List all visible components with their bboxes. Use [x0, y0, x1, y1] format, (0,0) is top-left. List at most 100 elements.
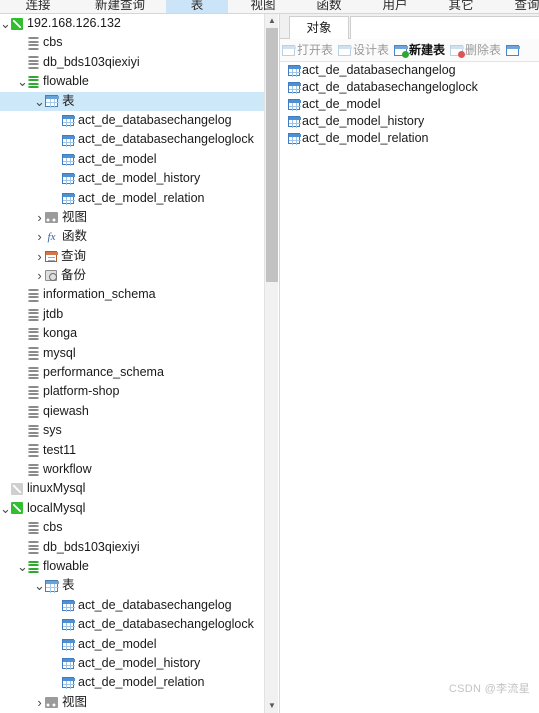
object-toolbar[interactable]: 打开表 设计表 新建表 删除表 — [280, 39, 539, 62]
tree-node[interactable]: workflow — [0, 460, 264, 479]
object-list-item[interactable]: act_de_model_history — [280, 113, 539, 130]
table-action-icon — [450, 45, 466, 59]
menu-item-0[interactable]: 连接 — [6, 0, 70, 13]
object-list-item[interactable]: act_de_model_relation — [280, 130, 539, 147]
tree-node-label: db_bds103qiexiyi — [43, 54, 140, 69]
tree-node-label: performance_schema — [43, 365, 164, 380]
tab-object[interactable]: 对象 — [289, 16, 349, 39]
tree-node[interactable]: mysql — [0, 344, 264, 363]
toolbar-button-4[interactable] — [504, 39, 524, 61]
table-icon — [62, 658, 75, 671]
scroll-up-arrow-icon[interactable]: ▲ — [265, 14, 279, 28]
tree-scrollbar-thumb[interactable] — [266, 28, 278, 282]
chevron-down-icon[interactable]: ⌄ — [34, 576, 45, 595]
tree-twisty-spacer — [51, 615, 62, 634]
table-icon — [62, 192, 75, 205]
tree-node[interactable]: ⌄ 表 — [0, 576, 264, 595]
tree-twisty-spacer — [51, 635, 62, 654]
tree-node[interactable]: act_de_model — [0, 635, 264, 654]
tree-node[interactable]: sys — [0, 421, 264, 440]
chevron-right-icon[interactable]: › — [34, 227, 45, 246]
toolbar-button-0: 打开表 — [280, 39, 336, 61]
toolbar-button-label: 打开表 — [297, 43, 334, 57]
tree-node[interactable]: › 视图 — [0, 693, 264, 712]
object-list-item[interactable]: act_de_model — [280, 96, 539, 113]
tree-node[interactable]: performance_schema — [0, 363, 264, 382]
tree-node-label: act_de_model_relation — [78, 190, 205, 205]
tree-twisty-spacer — [51, 150, 62, 169]
toolbar-button-2[interactable]: 新建表 — [392, 39, 448, 61]
tree-node[interactable]: act_de_model — [0, 150, 264, 169]
menu-item-5[interactable]: 用户 — [364, 0, 426, 13]
tree-twisty-spacer — [51, 596, 62, 615]
object-list-item[interactable]: act_de_databasechangeloglock — [280, 79, 539, 96]
chevron-right-icon[interactable]: › — [34, 208, 45, 227]
tree-node[interactable]: act_de_model_history — [0, 169, 264, 188]
tree-node[interactable]: act_de_model_history — [0, 654, 264, 673]
tree-node-label: 192.168.126.132 — [27, 16, 121, 30]
tree-node[interactable]: cbs — [0, 33, 264, 52]
chevron-down-icon[interactable]: ⌄ — [34, 92, 45, 111]
tree-node[interactable]: › 查询 — [0, 247, 264, 266]
chevron-down-icon[interactable]: ⌄ — [0, 499, 11, 518]
tree-scrollbar[interactable]: ▲ ▼ — [264, 14, 278, 713]
table-action-icon — [338, 45, 353, 57]
database-icon — [28, 37, 39, 50]
tree-node[interactable]: db_bds103qiexiyi — [0, 53, 264, 72]
chevron-down-icon[interactable]: ⌄ — [17, 557, 28, 576]
tree-twisty-spacer — [17, 33, 28, 52]
tree-node[interactable]: ⌄ 表 — [0, 91, 264, 111]
tree-node[interactable]: ⌄ localMysql — [0, 499, 264, 518]
tree-node[interactable]: act_de_model_relation — [0, 673, 264, 692]
table-icon — [62, 134, 75, 147]
tree-node[interactable]: information_schema — [0, 285, 264, 304]
tree-twisty-spacer — [17, 402, 28, 421]
object-list-item-label: act_de_databasechangelog — [302, 63, 456, 77]
tree-node[interactable]: jtdb — [0, 305, 264, 324]
scroll-down-arrow-icon[interactable]: ▼ — [265, 699, 279, 713]
tree-node[interactable]: cbs — [0, 518, 264, 537]
tree-node-label: test11 — [43, 442, 77, 457]
chevron-right-icon[interactable]: › — [34, 247, 45, 266]
object-list[interactable]: act_de_databasechangelog act_de_databasec… — [280, 62, 539, 713]
tree-node[interactable]: konga — [0, 324, 264, 343]
query-icon — [45, 250, 58, 262]
tree-node[interactable]: act_de_databasechangelog — [0, 111, 264, 130]
tree-node[interactable]: act_de_databasechangeloglock — [0, 130, 264, 149]
tree-twisty-spacer — [17, 285, 28, 304]
chevron-right-icon[interactable]: › — [34, 266, 45, 285]
tree-node[interactable]: ⌄ flowable — [0, 557, 264, 576]
menu-item-4[interactable]: 函数 — [298, 0, 360, 13]
tree-node[interactable]: linuxMysql — [0, 479, 264, 498]
tree-node-label: qiewash — [43, 403, 89, 418]
menu-item-1[interactable]: 新建查询 — [78, 0, 162, 13]
tree-twisty-spacer — [17, 305, 28, 324]
tree-node[interactable]: ⌄ flowable — [0, 72, 264, 91]
tree-node[interactable]: platform-shop — [0, 382, 264, 401]
menu-item-8[interactable]: 备 — [530, 0, 539, 13]
top-menu-bar: 连接新建查询表视图函数用户其它查询备 — [0, 0, 539, 14]
object-list-item-label: act_de_model — [302, 97, 381, 111]
table-icon — [62, 638, 75, 651]
menu-item-2[interactable]: 表 — [166, 0, 228, 13]
chevron-right-icon[interactable]: › — [34, 693, 45, 712]
tree-node[interactable]: test11 — [0, 441, 264, 460]
toolbar-button-1: 设计表 — [336, 39, 392, 61]
menu-item-3[interactable]: 视图 — [232, 0, 294, 13]
tree-node[interactable]: qiewash — [0, 402, 264, 421]
object-list-item[interactable]: act_de_databasechangelog — [280, 62, 539, 79]
chevron-down-icon[interactable]: ⌄ — [17, 72, 28, 91]
tree-node[interactable]: › 备份 — [0, 266, 264, 285]
table-action-icon — [394, 45, 410, 59]
database-tree-pane[interactable]: ⌄ 192.168.126.132 cbs db_bds103qiexiyi ⌄ fl… — [0, 14, 264, 713]
table-icon — [62, 115, 75, 128]
tree-node[interactable]: act_de_databasechangelog — [0, 596, 264, 615]
tree-node[interactable]: db_bds103qiexiyi — [0, 538, 264, 557]
chevron-down-icon[interactable]: ⌄ — [0, 14, 11, 33]
tree-node[interactable]: › 视图 — [0, 208, 264, 227]
tree-node[interactable]: ⌄ 192.168.126.132 — [0, 14, 264, 33]
menu-item-6[interactable]: 其它 — [430, 0, 492, 13]
tree-node[interactable]: ›fx 函数 — [0, 227, 264, 246]
tree-node[interactable]: act_de_databasechangeloglock — [0, 615, 264, 634]
tree-node[interactable]: act_de_model_relation — [0, 189, 264, 208]
